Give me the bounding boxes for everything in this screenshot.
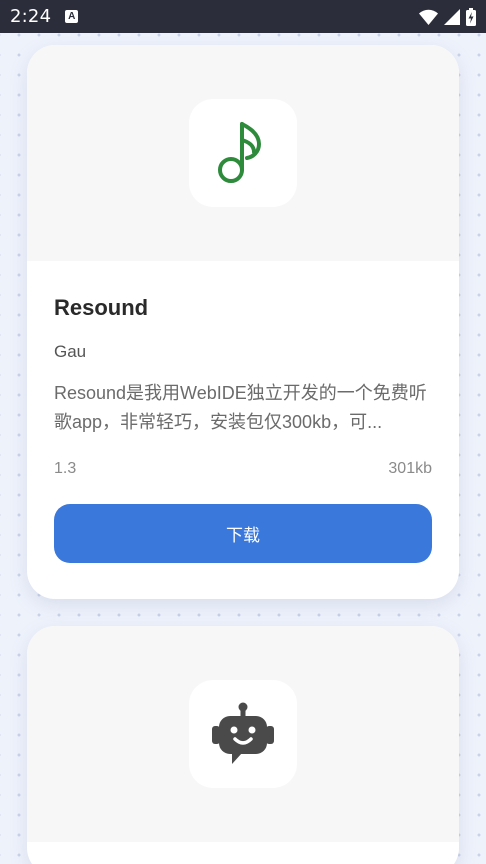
app-author: Gau xyxy=(54,342,87,361)
app-name: Resound xyxy=(54,295,149,320)
app-description: Resound是我用WebIDE独立开发的一个免费听歌app，非常轻巧，安装包仅… xyxy=(54,383,427,432)
app-card: Resound Gau Resound是我用WebIDE独立开发的一个免费听歌a… xyxy=(27,45,459,599)
app-version: 1.3 xyxy=(54,460,77,477)
app-meta: 1.3 301kb xyxy=(54,460,432,478)
music-note-icon xyxy=(218,122,261,183)
app-card-header xyxy=(27,45,459,261)
battery-charging-icon xyxy=(466,7,476,26)
download-button[interactable]: 下载 xyxy=(54,504,432,563)
wifi-icon xyxy=(419,9,438,25)
app-size: 301kb xyxy=(388,460,432,477)
signal-icon xyxy=(444,8,460,25)
app-card xyxy=(27,626,459,864)
status-time: 2:24 xyxy=(10,6,52,27)
app-card-header xyxy=(27,626,459,842)
robot-chat-icon xyxy=(212,702,274,764)
app-icon-container xyxy=(189,680,297,788)
app-icon-container xyxy=(189,99,297,207)
font-icon: A xyxy=(65,10,79,23)
app-card-body: Resound Gau Resound是我用WebIDE独立开发的一个免费听歌a… xyxy=(27,261,459,563)
status-icons xyxy=(419,7,476,26)
status-bar: 2:24 A xyxy=(0,0,486,33)
